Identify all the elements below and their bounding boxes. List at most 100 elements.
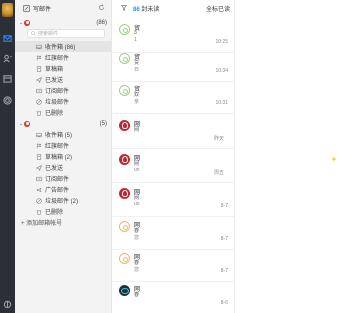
- message-item[interactable]: 网 网 un 周五: [112, 147, 234, 183]
- netease-logo-icon: [24, 120, 30, 127]
- folder-label: 已发送: [45, 78, 64, 84]
- mail-icon[interactable]: [3, 34, 12, 43]
- sparkle-icon: [331, 156, 337, 162]
- nav-rail: [0, 0, 15, 313]
- flag-icon: [36, 55, 42, 60]
- sent-icon: [36, 164, 42, 171]
- contacts-icon[interactable]: [3, 54, 12, 63]
- sender-avatar: [119, 53, 130, 64]
- sender-avatar: [119, 154, 130, 165]
- message-item[interactable]: 网 网 昨天: [112, 113, 234, 149]
- folder-flagged[interactable]: 红旗邮件: [15, 52, 111, 63]
- search-input[interactable]: 搜索邮件: [27, 29, 105, 38]
- message-time: 8-7: [220, 236, 228, 242]
- refresh-icon: [99, 4, 104, 10]
- reading-pane: [235, 0, 339, 313]
- refresh-button[interactable]: [98, 4, 105, 13]
- compose-button[interactable]: 写邮件: [23, 4, 51, 13]
- message-preview: 您: [134, 267, 140, 273]
- filter-button[interactable]: [121, 4, 127, 13]
- account-header-1[interactable]: ⌄ (86): [15, 17, 111, 28]
- search-placeholder: 搜索邮件: [38, 31, 59, 37]
- unread-count: 86: [133, 7, 140, 13]
- message-subject: 网: [134, 161, 140, 167]
- calendar-icon[interactable]: [3, 74, 12, 83]
- sender-avatar: [119, 24, 130, 35]
- account-unread-count: (5): [99, 120, 107, 127]
- account-name: [33, 121, 100, 127]
- message-preview: un: [134, 201, 140, 207]
- folder-spam[interactable]: 垃圾邮件 (2): [15, 195, 111, 206]
- folder-trash[interactable]: 已删除: [15, 206, 111, 217]
- folder-subscriptions[interactable]: 订阅邮件: [15, 85, 111, 96]
- flag-icon: [36, 143, 42, 148]
- folder-inbox[interactable]: 收件箱 (5): [15, 129, 111, 140]
- folder-label: 已删除: [45, 111, 64, 117]
- message-time: 周五: [213, 170, 224, 176]
- mark-all-read-button[interactable]: 全标已读: [206, 4, 230, 13]
- message-preview: 日: [134, 67, 140, 73]
- folder-spam[interactable]: 垃圾邮件: [15, 96, 111, 107]
- message-item[interactable]: 网 春 您 8-7: [112, 246, 234, 282]
- sent-icon: [36, 76, 42, 83]
- message-item[interactable]: 网 春 您 8-7: [112, 214, 234, 250]
- message-subject: 双: [134, 92, 140, 98]
- message-item[interactable]: 网 网 un 8-7: [112, 181, 234, 217]
- sender-avatar: [119, 285, 130, 296]
- message-subject: 春: [134, 260, 140, 266]
- folder-sent[interactable]: 已发送: [15, 74, 111, 85]
- folder-label: 红旗邮件: [45, 56, 70, 62]
- message-time: 8-7: [220, 203, 228, 209]
- message-subject: 网: [134, 195, 140, 201]
- message-item[interactable]: 贸 贷 日 10:34: [112, 46, 234, 82]
- unread-label: 封未读: [141, 7, 160, 13]
- folder-drafts[interactable]: 草稿箱: [15, 63, 111, 74]
- message-item[interactable]: 网 春 8-6: [112, 278, 234, 313]
- folder-label: 红旗邮件: [45, 144, 70, 150]
- user-avatar[interactable]: [2, 3, 13, 17]
- folder-pane: 写邮件 ⌄ (86) 搜索邮件 收件箱 (86) 红旗邮件 草稿箱 已发送 订阅…: [15, 0, 112, 313]
- folder-label: 已发送: [45, 166, 64, 172]
- folder-subscriptions[interactable]: 订阅邮件: [15, 173, 111, 184]
- folder-trash[interactable]: 已删除: [15, 107, 111, 118]
- folder-label: 已删除: [45, 210, 64, 216]
- folder-flagged[interactable]: 红旗邮件: [15, 140, 111, 151]
- netease-logo-icon: [24, 19, 30, 26]
- sender-avatar: [119, 120, 130, 131]
- message-time: 8-7: [220, 268, 228, 274]
- message-subject: 春: [134, 292, 140, 298]
- message-subject: 春: [134, 228, 140, 234]
- folder-label: 广告邮件: [45, 188, 70, 194]
- trash-icon: [36, 210, 42, 215]
- ad-icon: [36, 187, 42, 192]
- unread-summary: 86 封未读: [133, 4, 159, 13]
- search-icon: [31, 31, 36, 36]
- sender-avatar: [119, 85, 130, 96]
- folder-label: 垃圾邮件: [45, 100, 70, 106]
- message-subject: 贷: [134, 60, 140, 66]
- message-preview: un: [134, 167, 140, 173]
- folder-label: 订阅邮件: [45, 89, 70, 95]
- sender-avatar: [119, 188, 130, 199]
- folder-sent[interactable]: 已发送: [15, 162, 111, 173]
- apps-icon[interactable]: [3, 300, 12, 309]
- settings-icon[interactable]: [3, 96, 12, 105]
- inbox-icon: [36, 132, 42, 137]
- draft-icon: [36, 153, 42, 160]
- account-name: [33, 20, 96, 26]
- message-time: 8-6: [220, 300, 228, 306]
- account-unread-count: (86): [96, 19, 107, 26]
- message-time: 10:34: [215, 68, 228, 74]
- message-subject: 网: [134, 127, 140, 133]
- folder-drafts[interactable]: 草稿箱 (2): [15, 151, 111, 162]
- message-item[interactable]: 贸 双 亲 10:31: [112, 78, 234, 114]
- subscribe-icon: [36, 88, 42, 93]
- folder-inbox[interactable]: 收件箱 (86): [15, 41, 111, 52]
- add-account-button[interactable]: + 添加邮箱帐号: [15, 217, 111, 228]
- account-header-2[interactable]: ⌄ (5): [15, 118, 111, 129]
- trash-icon: [36, 111, 42, 116]
- add-account-label: + 添加邮箱帐号: [21, 221, 63, 227]
- folder-label: 垃圾邮件 (2): [45, 199, 79, 205]
- folder-ads[interactable]: 广告邮件: [15, 184, 111, 195]
- message-subject: 3: [134, 30, 137, 36]
